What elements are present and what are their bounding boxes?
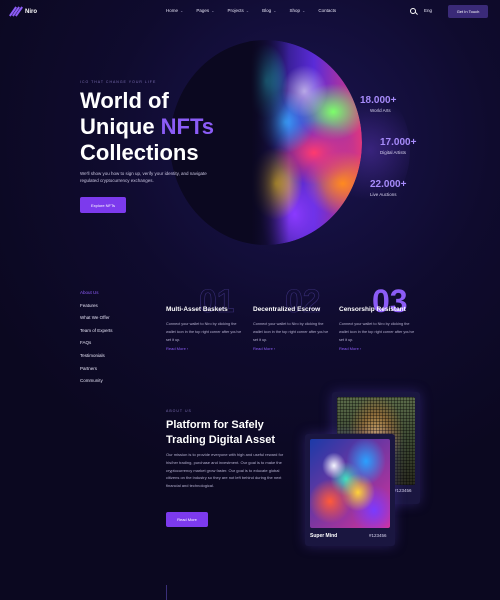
divider [166,585,167,600]
nft-name: Super Mind [310,533,338,539]
stat-value: 18.000+ [360,95,397,106]
menu-item-home[interactable]: Home ⌄ [166,8,183,13]
read-more-link[interactable]: Read More › [166,346,188,351]
read-more-label: Read More [253,346,273,351]
section-nav-item-faqs[interactable]: FAQs [80,340,113,353]
read-more-label: Read More [166,346,186,351]
logo-icon [9,6,23,17]
feature-title: Decentralized Escrow [253,306,321,313]
section-nav-item-partners[interactable]: Partners [80,366,113,379]
stat-live-auctions: 22.000+ Live Auctions [360,179,412,197]
read-more-label: Read More [339,346,359,351]
feature-title: Censorship Resistant [339,306,406,313]
stat-label: World Arts [370,108,391,113]
stat-value: 22.000+ [370,179,407,190]
logo-text: Niro [25,9,37,15]
explore-nfts-button[interactable]: Explore NFTs [80,197,126,213]
nft-image [310,439,390,528]
hero-title-line3: Collections [80,140,199,165]
section-nav-item-testimonials[interactable]: Testimonials [80,353,113,366]
feature-description: Connect your wallet to Niro by clicking … [166,322,242,342]
hero-title-line2: Unique NFTs [80,114,280,140]
stat-value: 17.000+ [380,137,417,148]
stat-digital-artists: 17.000+ Digital Artists [368,137,420,155]
stat-label: Digital Artists [380,150,407,155]
read-more-link[interactable]: Read More › [253,346,275,351]
section-nav-item-what-we-offer[interactable]: What We Offer [80,315,113,328]
menu-item-label: Projects [227,8,244,13]
page: Niro Home ⌄ Pages ⌄ Projects ⌄ Blog ⌄ Shop ⌄ … [0,0,500,600]
logo[interactable]: Niro [9,6,37,17]
menu-item-label: Contacts [318,8,337,13]
menu-item-contacts[interactable]: Contacts [318,8,336,13]
section-nav-item-community[interactable]: Community [80,378,113,391]
menu-item-blog[interactable]: Blog ⌄ [262,8,276,13]
menu-item-label: Shop [289,8,301,13]
chevron-down-icon: ⌄ [211,8,215,13]
about-description: Our mission is to provide everyone with … [166,452,284,489]
menu-item-pages[interactable]: Pages ⌄ [196,8,214,13]
chevron-down-icon: ⌄ [245,8,250,13]
feature-description: Connect your wallet to Niro by clicking … [339,322,415,342]
read-more-button[interactable]: Read More [166,512,208,527]
menu-item-label: Pages [196,8,210,13]
nft-id: #123456 [369,533,387,538]
about-tagline: ABOUT US [166,409,192,413]
hero-title-accent: NFTs [160,114,215,139]
feature-description: Connect your wallet to Niro by clicking … [253,322,329,342]
about-title: Platform for Safely Trading Digital Asse… [166,419,276,446]
feature-title: Multi-Asset Baskets [166,306,228,313]
top-nav: Niro Home ⌄ Pages ⌄ Projects ⌄ Blog ⌄ Shop ⌄ … [0,0,500,26]
section-nav: About Us Features What We Offer Team of … [80,290,113,391]
chevron-down-icon: ⌄ [273,8,277,13]
hero-title-line1: World of [80,88,169,113]
menu-item-label: Blog [262,8,272,13]
stat-world-arts: 18.000+ World Arts [360,95,408,113]
get-in-touch-button[interactable]: Get In Touch [448,5,488,18]
nft-id: #123456 [394,488,412,493]
menu-item-shop[interactable]: Shop ⌄ [290,8,306,13]
section-nav-item-team[interactable]: Team of Experts [80,328,113,341]
menu-item-projects[interactable]: Projects ⌄ [228,8,250,13]
hero-tagline: ICO THAT CHANGE YOUR LIFE [80,80,157,84]
nft-card[interactable]: Super Mind #123456 [305,434,395,546]
hero-title: World of Unique NFTs Collections [80,88,280,166]
section-nav-item-about-us[interactable]: About Us [80,290,113,303]
section-nav-item-features[interactable]: Features [80,303,113,316]
chevron-down-icon: ⌄ [302,8,306,13]
language-selector[interactable]: Eng [424,8,432,13]
menu-item-label: Home [166,8,179,13]
hero-title-text: Unique [80,114,161,139]
search-icon[interactable] [410,8,416,14]
chevron-down-icon: ⌄ [180,8,184,13]
hero-description: We'll show you how to sign up, verify yo… [80,171,207,183]
stat-label: Live Auctions [370,192,397,197]
read-more-link[interactable]: Read More › [339,346,361,351]
main-menu: Home ⌄ Pages ⌄ Projects ⌄ Blog ⌄ Shop ⌄ Conta… [166,8,349,13]
